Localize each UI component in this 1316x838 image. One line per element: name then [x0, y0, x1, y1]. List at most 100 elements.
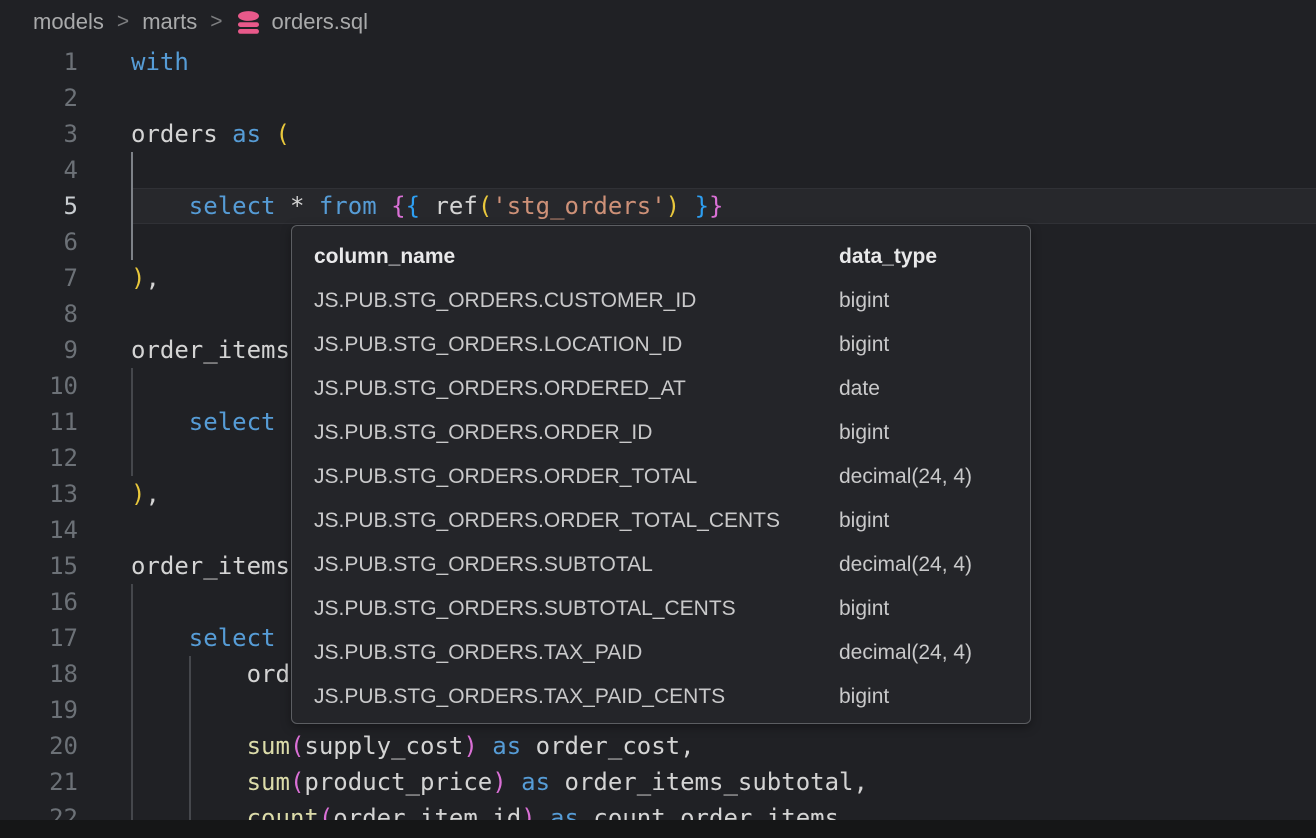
breadcrumb-item-models[interactable]: models: [33, 9, 104, 35]
line-number[interactable]: 9: [0, 332, 131, 368]
indent-guide: [189, 656, 191, 820]
code-token: order_cost,: [521, 732, 694, 760]
popup-header-column-name: column_name: [314, 245, 839, 269]
database-icon: [235, 9, 262, 36]
code-token: [536, 804, 550, 820]
line-number[interactable]: 6: [0, 224, 131, 260]
code-token: {: [406, 192, 420, 220]
code-token: [377, 192, 391, 220]
code-token: {: [391, 192, 405, 220]
code-token: select: [189, 192, 276, 220]
breadcrumb-item-marts[interactable]: marts: [142, 9, 197, 35]
code-token: ref: [420, 192, 478, 220]
code-line[interactable]: 21 sum(product_price) as order_items_sub…: [0, 764, 1316, 800]
line-number[interactable]: 3: [0, 116, 131, 152]
table-row: JS.PUB.STG_ORDERS.LOCATION_IDbigint: [292, 323, 1030, 367]
code-line[interactable]: 3orders as (: [0, 116, 1316, 152]
line-number[interactable]: 22: [0, 800, 131, 820]
code-text: [131, 152, 1316, 188]
line-number[interactable]: 14: [0, 512, 131, 548]
line-number[interactable]: 7: [0, 260, 131, 296]
column-name-cell: JS.PUB.STG_ORDERS.TAX_PAID: [314, 641, 839, 665]
data-type-cell: bigint: [839, 421, 1008, 445]
line-number[interactable]: 17: [0, 620, 131, 656]
breadcrumb-item-file[interactable]: orders.sql: [235, 9, 368, 36]
indent-guide: [131, 152, 133, 260]
code-line[interactable]: 2: [0, 80, 1316, 116]
popup-rows: JS.PUB.STG_ORDERS.CUSTOMER_IDbigintJS.PU…: [292, 279, 1030, 719]
code-token: (: [290, 732, 304, 760]
data-type-cell: bigint: [839, 289, 1008, 313]
code-line[interactable]: 5 select * from {{ ref('stg_orders') }}: [0, 188, 1316, 224]
line-number[interactable]: 5: [0, 188, 131, 224]
column-name-cell: JS.PUB.STG_ORDERS.ORDER_TOTAL_CENTS: [314, 509, 839, 533]
code-token: select: [189, 624, 276, 652]
code-token: count_order_items: [579, 804, 839, 820]
line-number[interactable]: 13: [0, 476, 131, 512]
code-token: count: [247, 804, 319, 820]
code-line[interactable]: 22 count(order_item_id) as count_order_i…: [0, 800, 1316, 820]
line-number[interactable]: 18: [0, 656, 131, 692]
code-token: 'stg_orders': [492, 192, 665, 220]
chevron-right-icon: >: [117, 10, 129, 34]
indent-guide: [131, 368, 133, 476]
breadcrumb: models > marts > orders.sql: [0, 0, 1316, 44]
code-token: [478, 732, 492, 760]
code-token: orders: [131, 120, 232, 148]
code-text: sum(supply_cost) as order_cost,: [131, 728, 1316, 764]
line-number[interactable]: 11: [0, 404, 131, 440]
code-token: (: [319, 804, 333, 820]
line-number[interactable]: 20: [0, 728, 131, 764]
line-number[interactable]: 19: [0, 692, 131, 728]
code-token: *: [276, 192, 319, 220]
line-number[interactable]: 12: [0, 440, 131, 476]
code-token: ,: [145, 264, 159, 292]
code-token: [131, 192, 189, 220]
code-token: ): [666, 192, 680, 220]
code-token: with: [131, 48, 189, 76]
column-name-cell: JS.PUB.STG_ORDERS.ORDERED_AT: [314, 377, 839, 401]
code-token: ): [131, 480, 145, 508]
code-token: (: [290, 768, 304, 796]
data-type-cell: bigint: [839, 597, 1008, 621]
line-number[interactable]: 16: [0, 584, 131, 620]
indent-guide: [131, 584, 133, 820]
line-number[interactable]: 8: [0, 296, 131, 332]
code-token: as: [232, 120, 261, 148]
column-name-cell: JS.PUB.STG_ORDERS.LOCATION_ID: [314, 333, 839, 357]
column-name-cell: JS.PUB.STG_ORDERS.TAX_PAID_CENTS: [314, 685, 839, 709]
code-line[interactable]: 4: [0, 152, 1316, 188]
code-text: count(order_item_id) as count_order_item…: [131, 800, 1316, 820]
code-token: product_price: [304, 768, 492, 796]
line-number[interactable]: 2: [0, 80, 131, 116]
line-number[interactable]: 15: [0, 548, 131, 584]
code-token: ): [492, 768, 506, 796]
code-token: as: [521, 768, 550, 796]
data-type-cell: date: [839, 377, 1008, 401]
data-type-cell: decimal(24, 4): [839, 553, 1008, 577]
code-token: [131, 408, 189, 436]
code-token: from: [319, 192, 377, 220]
code-token: [131, 624, 189, 652]
column-name-cell: JS.PUB.STG_ORDERS.CUSTOMER_ID: [314, 289, 839, 313]
panel-edge: [0, 820, 1316, 838]
code-token: [261, 120, 275, 148]
column-name-cell: JS.PUB.STG_ORDERS.ORDER_TOTAL: [314, 465, 839, 489]
table-row: JS.PUB.STG_ORDERS.SUBTOTAL_CENTSbigint: [292, 587, 1030, 631]
line-number[interactable]: 21: [0, 764, 131, 800]
line-number[interactable]: 1: [0, 44, 131, 80]
line-number[interactable]: 10: [0, 368, 131, 404]
line-number[interactable]: 4: [0, 152, 131, 188]
table-row: JS.PUB.STG_ORDERS.ORDER_TOTALdecimal(24,…: [292, 455, 1030, 499]
vscode-editor-window: { "breadcrumb": { "path": ["models", "ma…: [0, 0, 1316, 838]
table-row: JS.PUB.STG_ORDERS.CUSTOMER_IDbigint: [292, 279, 1030, 323]
column-name-cell: JS.PUB.STG_ORDERS.ORDER_ID: [314, 421, 839, 445]
table-row: JS.PUB.STG_ORDERS.TAX_PAIDdecimal(24, 4): [292, 631, 1030, 675]
code-line[interactable]: 1with: [0, 44, 1316, 80]
table-row: JS.PUB.STG_ORDERS.ORDERED_ATdate: [292, 367, 1030, 411]
data-type-cell: bigint: [839, 333, 1008, 357]
code-token: sum: [247, 732, 290, 760]
code-line[interactable]: 20 sum(supply_cost) as order_cost,: [0, 728, 1316, 764]
code-token: (: [478, 192, 492, 220]
column-name-cell: JS.PUB.STG_ORDERS.SUBTOTAL_CENTS: [314, 597, 839, 621]
